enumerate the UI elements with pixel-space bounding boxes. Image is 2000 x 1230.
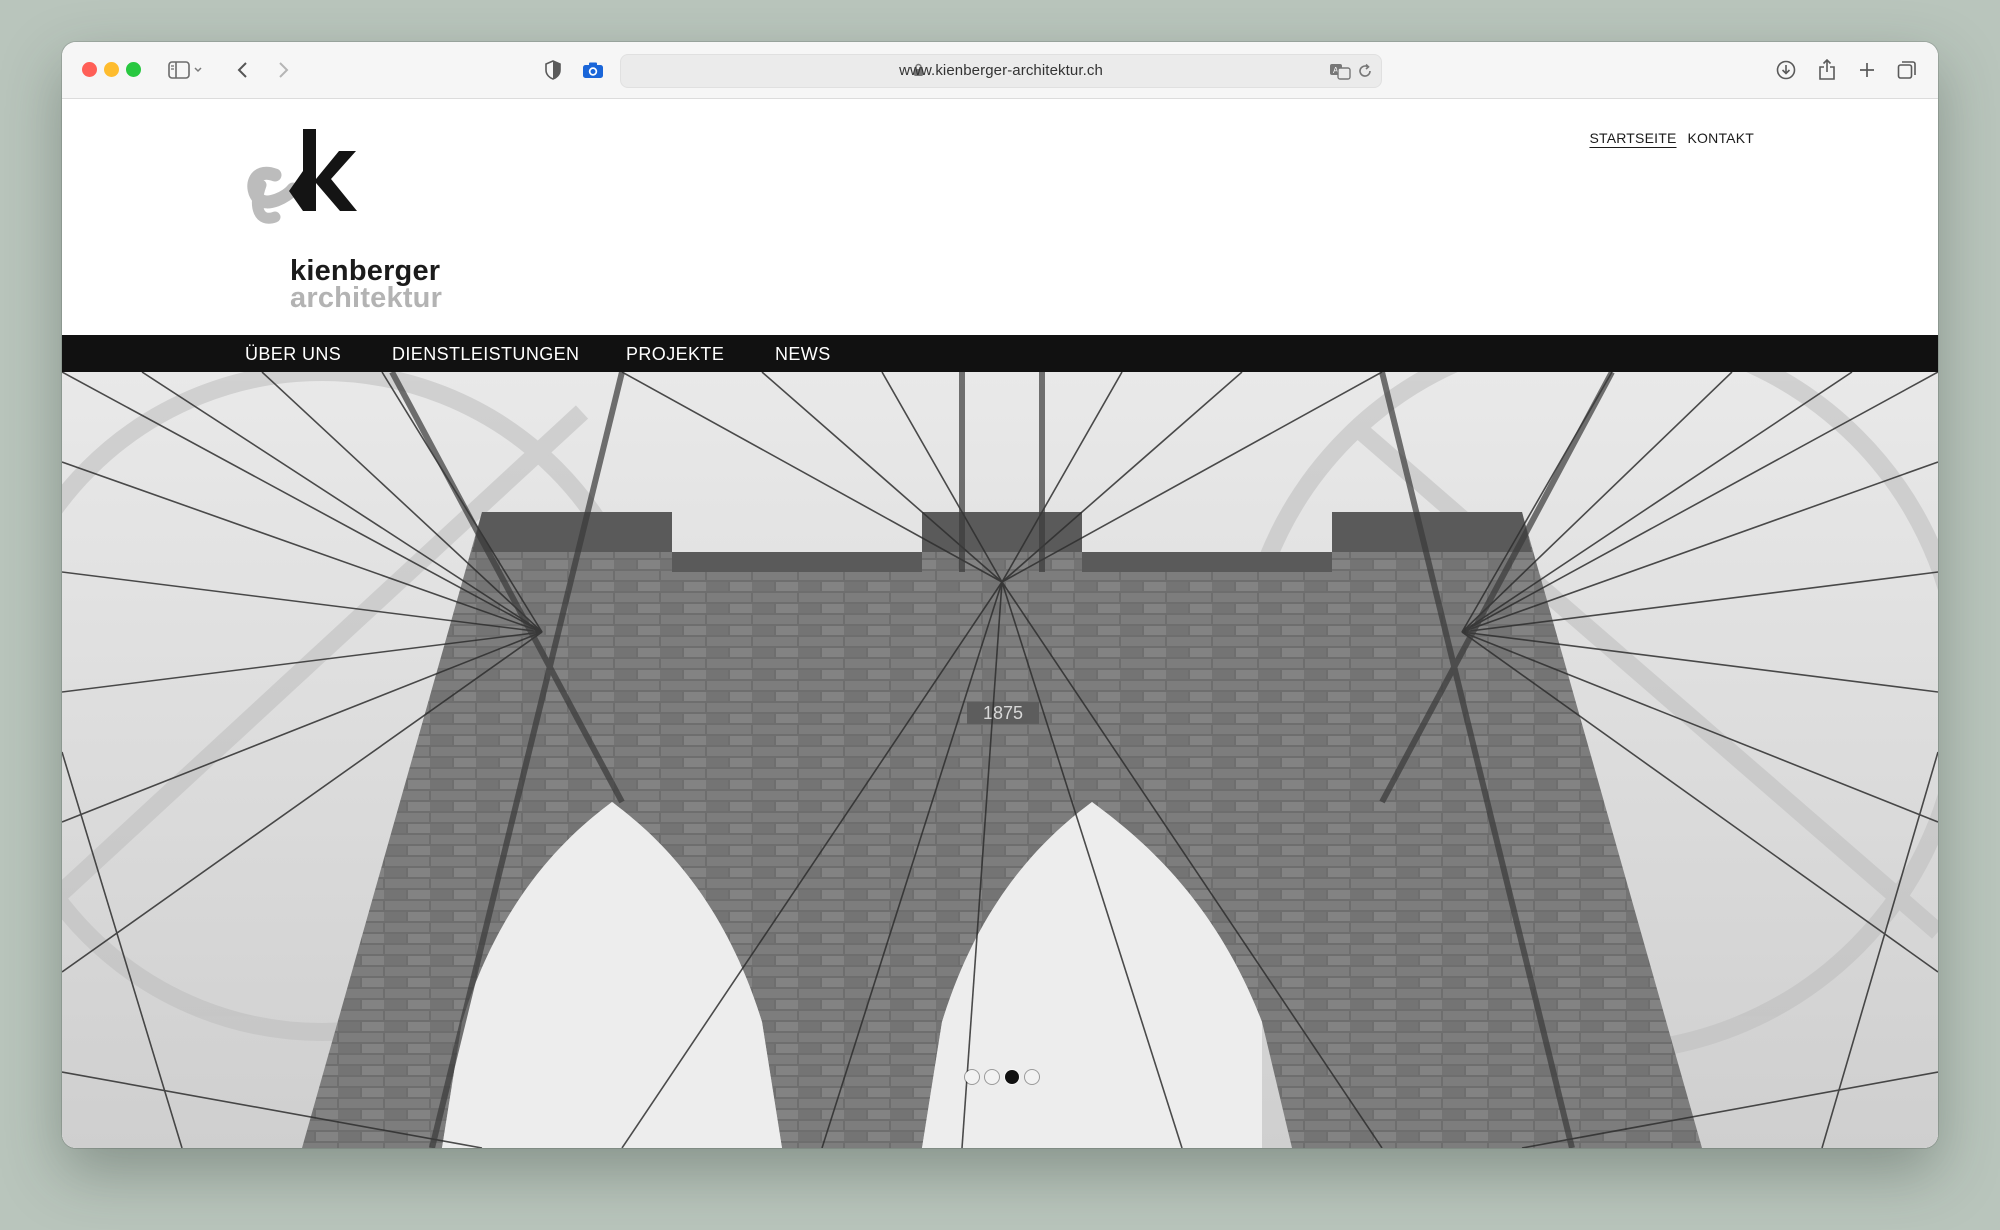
back-arrow-icon[interactable] bbox=[229, 56, 257, 84]
zoom-window-button[interactable] bbox=[126, 62, 141, 77]
slider-pagination bbox=[965, 1070, 1039, 1084]
minimize-window-button[interactable] bbox=[104, 62, 119, 77]
carved-year-text: 1875 bbox=[983, 703, 1023, 723]
main-navigation-bar: ÜBER UNS DIENSTLEISTUNGEN PROJEKTE NEWS bbox=[62, 335, 1938, 372]
hero-image-slider[interactable]: 1875 bbox=[62, 372, 1938, 1148]
browser-window: www.kienberger-architektur.ch A kienberg… bbox=[62, 42, 1938, 1148]
chevron-down-icon[interactable] bbox=[190, 56, 206, 84]
mainnav-dienstleistungen-link[interactable]: DIENSTLEISTUNGEN bbox=[392, 344, 579, 365]
topnav-startseite-link[interactable]: STARTSEITE bbox=[1589, 130, 1676, 146]
topnav-kontakt-link[interactable]: KONTAKT bbox=[1688, 130, 1754, 146]
reload-icon[interactable] bbox=[1357, 63, 1373, 79]
share-icon[interactable] bbox=[1813, 56, 1841, 84]
web-page: kienberger architektur STARTSEITE KONTAK… bbox=[62, 99, 1938, 1148]
mainnav-news-link[interactable]: NEWS bbox=[775, 344, 831, 365]
top-navigation: STARTSEITE KONTAKT bbox=[1589, 130, 1754, 146]
forward-arrow-icon[interactable] bbox=[269, 56, 297, 84]
brand-name-line2: architektur bbox=[290, 282, 443, 314]
tab-overview-icon[interactable] bbox=[1893, 56, 1921, 84]
mainnav-ueber-uns-link[interactable]: ÜBER UNS bbox=[245, 344, 341, 365]
bridge-photo-image: 1875 bbox=[62, 372, 1938, 1148]
mainnav-projekte-link[interactable]: PROJEKTE bbox=[626, 344, 724, 365]
slider-dot[interactable] bbox=[985, 1070, 999, 1084]
downloads-icon[interactable] bbox=[1772, 56, 1800, 84]
translate-icon[interactable]: A bbox=[1329, 62, 1351, 80]
close-window-button[interactable] bbox=[82, 62, 97, 77]
slider-dot[interactable] bbox=[1005, 1070, 1019, 1084]
camera-icon[interactable] bbox=[579, 56, 607, 84]
browser-toolbar: www.kienberger-architektur.ch A bbox=[62, 42, 1938, 99]
slider-dot[interactable] bbox=[1025, 1070, 1039, 1084]
new-tab-plus-icon[interactable] bbox=[1853, 56, 1881, 84]
address-bar[interactable]: www.kienberger-architektur.ch A bbox=[620, 54, 1382, 88]
url-text: www.kienberger-architektur.ch bbox=[899, 62, 1103, 79]
privacy-shield-icon[interactable] bbox=[539, 56, 567, 84]
sidebar-toggle-icon[interactable] bbox=[165, 56, 193, 84]
slider-dot[interactable] bbox=[965, 1070, 979, 1084]
